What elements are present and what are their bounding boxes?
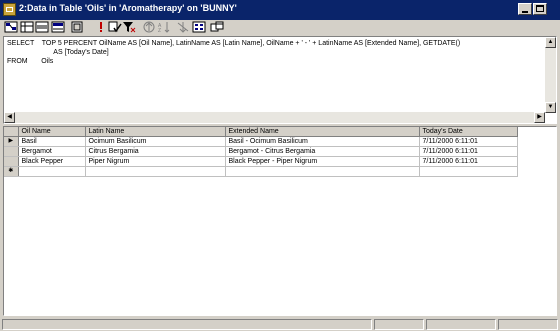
query-type-icon[interactable] [70, 21, 84, 33]
status-bar [0, 318, 560, 331]
grid-pane-icon[interactable] [20, 21, 34, 33]
cell-extended-name[interactable]: Black Pepper - Piper Nigrum [225, 156, 420, 167]
remove-filter-icon[interactable] [122, 21, 136, 33]
header-row: Oil Name Latin Name Extended Name Today'… [4, 127, 518, 137]
diagram-pane-icon[interactable] [4, 21, 18, 33]
new-cell[interactable] [18, 166, 86, 177]
scroll-left-icon[interactable]: ◀ [4, 112, 15, 123]
cell-latin-name[interactable]: Citrus Bergamia [85, 146, 226, 157]
table-row[interactable]: ▶ Basil Ocimum Basilicum Basil - Ocimum … [4, 136, 518, 147]
cell-oil-name[interactable]: Black Pepper [18, 156, 86, 167]
results-grid[interactable]: Oil Name Latin Name Extended Name Today'… [3, 126, 557, 316]
sort-ascending-icon[interactable] [142, 21, 156, 33]
new-cell[interactable] [85, 166, 226, 177]
maximize-button[interactable] [533, 3, 547, 15]
sql-text[interactable]: SELECT TOP 5 PERCENT OilName AS [Oil Nam… [7, 39, 460, 66]
cell-latin-name[interactable]: Ocimum Basilicum [85, 136, 226, 147]
cell-oil-name[interactable]: Basil [18, 136, 86, 147]
row-selector[interactable] [4, 146, 19, 157]
remove-sort-icon[interactable] [176, 21, 190, 33]
results-table: Oil Name Latin Name Extended Name Today'… [4, 127, 518, 177]
row-selector[interactable] [4, 156, 19, 167]
sort-descending-icon[interactable]: AZ [157, 21, 171, 33]
cell-latin-name[interactable]: Piper Nigrum [85, 156, 226, 167]
row-selector-header[interactable] [4, 127, 19, 137]
status-panel-main [2, 319, 372, 330]
group-by-icon[interactable] [192, 21, 206, 33]
cell-oil-name[interactable]: Bergamot [18, 146, 86, 157]
run-icon[interactable] [94, 21, 108, 33]
cell-extended-name[interactable]: Bergamot - Citrus Bergamia [225, 146, 420, 157]
scroll-up-icon[interactable]: ▲ [545, 37, 556, 48]
minimize-button[interactable] [518, 3, 532, 15]
status-panel [426, 319, 496, 330]
table-row[interactable]: Black Pepper Piper Nigrum Black Pepper -… [4, 156, 518, 167]
svg-text:Z: Z [158, 28, 161, 33]
sql-pane-icon[interactable] [35, 21, 49, 33]
cell-todays-date[interactable]: 7/11/2000 6:11:01 [419, 136, 518, 147]
sql-pane[interactable]: SELECT TOP 5 PERCENT OilName AS [Oil Nam… [3, 36, 557, 124]
toolbar: AZ [0, 20, 560, 34]
cell-extended-name[interactable]: Basil - Ocimum Basilicum [225, 136, 420, 147]
sql-horizontal-scrollbar[interactable]: ◀ ▶ [4, 112, 545, 123]
sql-vertical-scrollbar[interactable]: ▲ ▼ [545, 37, 556, 113]
scroll-down-icon[interactable]: ▼ [545, 102, 556, 113]
column-header-extended-name[interactable]: Extended Name [225, 127, 420, 137]
scroll-right-icon[interactable]: ▶ [534, 112, 545, 123]
new-cell[interactable] [225, 166, 420, 177]
title-bar[interactable]: 2:Data in Table 'Oils' in 'Aromatherapy'… [0, 0, 560, 20]
status-panel [374, 319, 424, 330]
table-row[interactable]: Bergamot Citrus Bergamia Bergamot - Citr… [4, 146, 518, 157]
new-row[interactable]: ✱ [4, 166, 518, 177]
add-table-icon[interactable] [210, 21, 224, 33]
column-header-oil-name[interactable]: Oil Name [18, 127, 86, 137]
new-cell[interactable] [419, 166, 518, 177]
window-title: 2:Data in Table 'Oils' in 'Aromatherapy'… [19, 3, 237, 13]
column-header-latin-name[interactable]: Latin Name [85, 127, 226, 137]
query-window: 2:Data in Table 'Oils' in 'Aromatherapy'… [0, 0, 560, 331]
status-panel [498, 319, 558, 330]
cell-todays-date[interactable]: 7/11/2000 6:11:01 [419, 146, 518, 157]
column-header-todays-date[interactable]: Today's Date [419, 127, 518, 137]
cell-todays-date[interactable]: 7/11/2000 6:11:01 [419, 156, 518, 167]
results-pane-icon[interactable] [51, 21, 65, 33]
current-row-icon[interactable]: ▶ [4, 136, 19, 147]
app-icon[interactable] [3, 3, 16, 16]
verify-sql-icon[interactable] [108, 21, 122, 33]
new-row-icon[interactable]: ✱ [4, 166, 19, 177]
